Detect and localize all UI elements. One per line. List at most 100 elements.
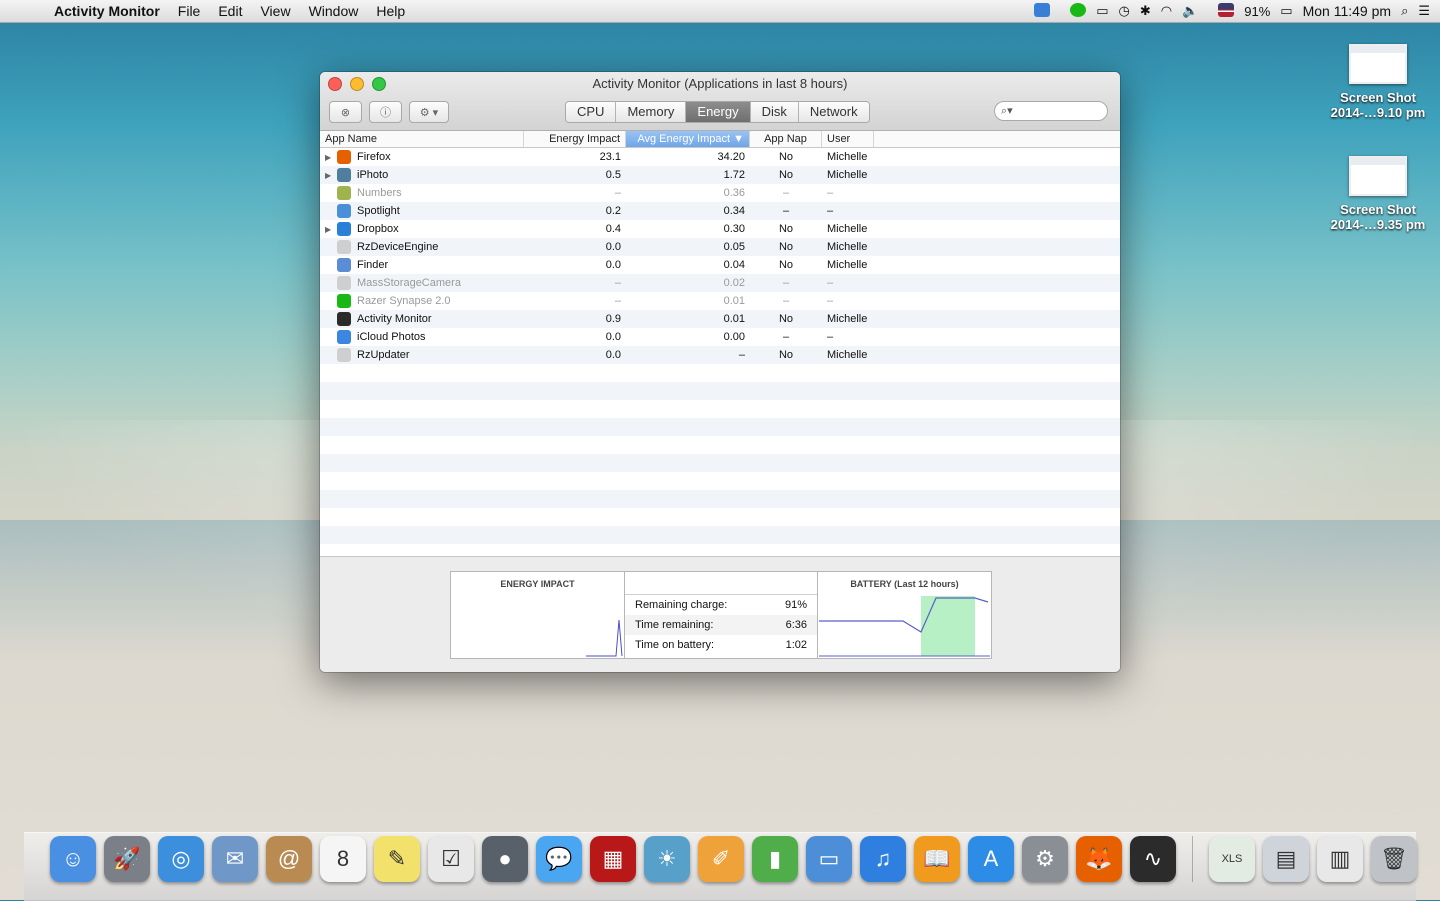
menu-file[interactable]: File [169,3,210,19]
column-header-app-nap[interactable]: App Nap [750,131,822,147]
table-row[interactable]: Activity Monitor 0.9 0.01 No Michelle [320,310,1120,328]
activity-monitor-dock-icon[interactable]: ∿ [1130,836,1176,882]
tab-network[interactable]: Network [798,102,869,122]
tab-energy[interactable]: Energy [686,102,751,122]
table-row[interactable]: ▶ Firefox 23.1 34.20 No Michelle [320,148,1120,166]
app-icon [337,258,351,272]
quit-process-button[interactable]: ⊗ [329,101,362,123]
cell-user: Michelle [827,313,868,325]
documents-stack-dock-icon[interactable]: ▤ [1263,836,1309,882]
wifi-icon[interactable]: ◠ [1161,3,1172,19]
empty-table-row [320,400,1120,418]
app-icon [337,312,351,326]
finder-dock-icon[interactable]: ☺ [50,836,96,882]
summary-area: ENERGY IMPACT Remaining charge: 91% Time… [320,556,1120,672]
xls-file-dock-icon[interactable]: XLS [1209,836,1255,882]
numbers-dock-icon[interactable]: ▮ [752,836,798,882]
firefox-dock-icon[interactable]: 🦊 [1076,836,1122,882]
messages-dock-icon[interactable]: 💬 [536,836,582,882]
dock-separator [1192,836,1193,882]
menu-help[interactable]: Help [367,3,414,19]
airplay-icon[interactable]: ▭ [1096,3,1108,19]
column-header-avg-energy-impact[interactable]: Avg Energy Impact ▼ [626,131,750,147]
menu-bar: Activity Monitor File Edit View Window H… [0,0,1440,23]
table-row[interactable]: RzUpdater 0.0 – No Michelle [320,346,1120,364]
desktop-file-screenshot-2[interactable]: Screen Shot 2014-…9.35 pm [1323,156,1433,232]
search-input[interactable]: ⌕▾ [994,101,1108,121]
app-icon [337,222,351,236]
table-row[interactable]: iCloud Photos 0.0 0.00 – – [320,328,1120,346]
notes-dock-icon[interactable]: ✎ [374,836,420,882]
table-row[interactable]: RzDeviceEngine 0.0 0.05 No Michelle [320,238,1120,256]
cell-energy-impact: 0.0 [605,331,621,343]
cell-user: – [827,205,834,217]
input-source-flag-icon[interactable] [1208,2,1235,20]
desktop-file-screenshot-1[interactable]: Screen Shot 2014-…9.10 pm [1323,44,1433,120]
trash-dock-icon[interactable]: 🗑 [1371,836,1417,882]
bluetooth-icon[interactable]: ✱ [1140,3,1151,19]
table-row[interactable]: Finder 0.0 0.04 No Michelle [320,256,1120,274]
desktop-file-label-line1: Screen Shot [1340,90,1416,105]
time-machine-icon[interactable]: ◷ [1118,3,1129,19]
cell-app-name: iCloud Photos [320,330,524,344]
volume-icon[interactable]: 🔈 [1182,3,1198,19]
menu-window[interactable]: Window [300,3,368,19]
pages-dock-icon[interactable]: ✐ [698,836,744,882]
window-titlebar[interactable]: Activity Monitor (Applications in last 8… [320,72,1120,131]
app-store-dock-icon[interactable]: A [968,836,1014,882]
ibooks-dock-icon[interactable]: 📖 [914,836,960,882]
inspect-process-button[interactable]: ⓘ [369,101,402,123]
itunes-dock-icon[interactable]: ♫ [860,836,906,882]
keynote-dock-icon[interactable]: ▭ [806,836,852,882]
cell-avg-energy-impact: 1.72 [723,169,745,181]
battery-icon[interactable]: ▭ [1280,3,1292,19]
cell-app-nap: No [778,349,794,361]
window-title: Activity Monitor (Applications in last 8… [592,76,848,91]
cell-app-name: Finder [320,258,524,272]
empty-table-row [320,382,1120,400]
disclosure-triangle-icon[interactable]: ▶ [325,171,335,180]
tab-cpu[interactable]: CPU [566,102,617,122]
table-row[interactable]: ▶ Dropbox 0.4 0.30 No Michelle [320,220,1120,238]
app-icon [337,294,351,308]
menu-app-name[interactable]: Activity Monitor [50,3,169,19]
launchpad-dock-icon[interactable]: 🚀 [104,836,150,882]
iphoto-dock-icon[interactable]: ☀ [644,836,690,882]
table-row[interactable]: Numbers – 0.36 – – [320,184,1120,202]
menu-clock[interactable]: Mon 11:49 pm [1303,3,1391,19]
razer-synapse-status-icon[interactable] [1060,2,1087,20]
tab-disk[interactable]: Disk [750,102,799,122]
battery-percentage[interactable]: 91% [1244,4,1270,19]
column-header-energy-impact[interactable]: Energy Impact [524,131,626,147]
photo-booth-dock-icon[interactable]: ▦ [590,836,636,882]
downloads-stack-dock-icon[interactable]: ▥ [1317,836,1363,882]
menu-edit[interactable]: Edit [209,3,251,19]
search-icon: ⌕▾ [1001,105,1013,117]
disclosure-triangle-icon[interactable]: ▶ [325,225,335,234]
calendar-dock-icon[interactable]: 8 [320,836,366,882]
dropbox-status-icon[interactable] [1024,2,1051,20]
cell-energy-impact: 0.9 [605,313,621,325]
desktop-file-label-line1: Screen Shot [1340,202,1416,217]
contacts-dock-icon[interactable]: @ [266,836,312,882]
action-menu-button[interactable]: ⚙ ▾ [409,101,449,123]
menu-view[interactable]: View [251,3,299,19]
table-row[interactable]: Razer Synapse 2.0 – 0.01 – – [320,292,1120,310]
table-row[interactable]: Spotlight 0.2 0.34 – – [320,202,1120,220]
facetime-dock-icon[interactable]: ● [482,836,528,882]
safari-dock-icon[interactable]: ◎ [158,836,204,882]
tab-memory[interactable]: Memory [616,102,687,122]
column-header-user[interactable]: User [822,131,874,147]
table-row[interactable]: MassStorageCamera – 0.02 – – [320,274,1120,292]
system-preferences-dock-icon[interactable]: ⚙ [1022,836,1068,882]
column-header-app-name[interactable]: App Name [320,131,524,147]
reminders-dock-icon[interactable]: ☑ [428,836,474,882]
energy-impact-graph: ENERGY IMPACT [451,572,625,658]
spotlight-search-icon[interactable]: ⌕ [1401,3,1408,19]
disclosure-triangle-icon[interactable]: ▶ [325,153,335,162]
mail-dock-icon[interactable]: ✉ [212,836,258,882]
table-row[interactable]: ▶ iPhoto 0.5 1.72 No Michelle [320,166,1120,184]
notification-center-icon[interactable]: ☰ [1418,3,1430,19]
cell-energy-impact: – [614,295,621,307]
cell-app-nap: No [778,169,794,181]
